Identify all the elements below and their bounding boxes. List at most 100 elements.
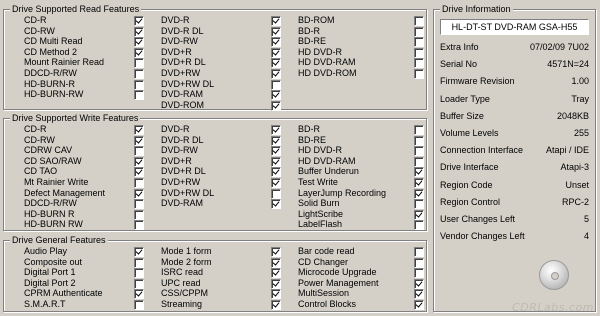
feature-checkbox[interactable] bbox=[414, 58, 424, 69]
feature-checkbox[interactable] bbox=[414, 188, 424, 199]
feature-checkbox[interactable] bbox=[134, 26, 144, 37]
feature-checkbox[interactable] bbox=[134, 167, 144, 178]
feature-checkbox[interactable] bbox=[134, 16, 144, 26]
feature-checkbox[interactable] bbox=[414, 26, 424, 37]
feature-row: BD-ROM bbox=[298, 15, 424, 26]
feature-checkbox[interactable] bbox=[414, 37, 424, 48]
feature-checkbox[interactable] bbox=[414, 209, 424, 220]
feature-label: DVD+R DL bbox=[161, 166, 206, 177]
feature-checkbox[interactable] bbox=[134, 146, 144, 157]
feature-label: Mode 2 form bbox=[161, 256, 212, 267]
feature-checkbox[interactable] bbox=[414, 257, 424, 268]
feature-row: Streaming bbox=[161, 299, 281, 310]
feature-checkbox[interactable] bbox=[271, 79, 281, 90]
feature-checkbox[interactable] bbox=[134, 135, 144, 146]
feature-row: CD-R bbox=[24, 124, 144, 135]
feature-label: CD Method 2 bbox=[24, 46, 78, 57]
info-key: Firmware Revision bbox=[440, 76, 515, 87]
feature-checkbox[interactable] bbox=[271, 167, 281, 178]
feature-row: Control Blocks bbox=[298, 299, 424, 310]
feature-checkbox[interactable] bbox=[134, 257, 144, 268]
feature-checkbox[interactable] bbox=[414, 135, 424, 146]
feature-checkbox[interactable] bbox=[271, 247, 281, 257]
feature-checkbox[interactable] bbox=[271, 16, 281, 26]
feature-checkbox[interactable] bbox=[414, 278, 424, 289]
feature-label: DVD-R DL bbox=[161, 134, 204, 145]
feature-checkbox[interactable] bbox=[271, 26, 281, 37]
info-key: User Changes Left bbox=[440, 214, 516, 224]
feature-checkbox[interactable] bbox=[414, 47, 424, 58]
feature-checkbox[interactable] bbox=[134, 156, 144, 167]
feature-checkbox[interactable] bbox=[271, 125, 281, 135]
feature-checkbox[interactable] bbox=[134, 199, 144, 210]
feature-checkbox[interactable] bbox=[271, 47, 281, 58]
feature-label: S.M.A.R.T bbox=[24, 298, 66, 309]
feature-checkbox[interactable] bbox=[271, 289, 281, 300]
feature-checkbox[interactable] bbox=[271, 199, 281, 210]
feature-checkbox[interactable] bbox=[134, 299, 144, 310]
feature-label: CD-R bbox=[24, 15, 47, 25]
feature-checkbox[interactable] bbox=[134, 289, 144, 300]
feature-label: CD-R bbox=[24, 124, 47, 134]
feature-checkbox[interactable] bbox=[134, 268, 144, 279]
feature-row: Composite out bbox=[24, 257, 144, 268]
feature-checkbox[interactable] bbox=[414, 167, 424, 178]
feature-checkbox[interactable] bbox=[271, 146, 281, 157]
feature-label: Buffer Underun bbox=[298, 166, 359, 177]
feature-checkbox[interactable] bbox=[134, 125, 144, 135]
feature-row: Test Write bbox=[298, 177, 424, 188]
feature-checkbox[interactable] bbox=[271, 100, 281, 111]
feature-label: Digital Port 1 bbox=[24, 267, 76, 278]
feature-checkbox[interactable] bbox=[134, 247, 144, 257]
feature-label: Bar code read bbox=[298, 246, 355, 256]
feature-checkbox[interactable] bbox=[271, 37, 281, 48]
feature-checkbox[interactable] bbox=[414, 156, 424, 167]
feature-row: DVD-RAM bbox=[161, 198, 281, 210]
feature-checkbox[interactable] bbox=[134, 79, 144, 90]
feature-label: DVD+RW bbox=[161, 176, 201, 187]
info-key: Serial No bbox=[440, 59, 478, 70]
feature-label: Mt Rainier Write bbox=[24, 176, 89, 187]
feature-checkbox[interactable] bbox=[271, 257, 281, 268]
feature-checkbox[interactable] bbox=[134, 209, 144, 220]
feature-checkbox[interactable] bbox=[414, 299, 424, 310]
feature-checkbox[interactable] bbox=[271, 156, 281, 167]
feature-checkbox[interactable] bbox=[134, 37, 144, 48]
feature-checkbox[interactable] bbox=[414, 177, 424, 188]
feature-checkbox[interactable] bbox=[414, 16, 424, 26]
feature-checkbox[interactable] bbox=[414, 247, 424, 257]
feature-checkbox[interactable] bbox=[271, 135, 281, 146]
feature-checkbox[interactable] bbox=[414, 146, 424, 157]
feature-checkbox[interactable] bbox=[414, 289, 424, 300]
feature-checkbox[interactable] bbox=[134, 177, 144, 188]
feature-label: Streaming bbox=[161, 298, 203, 309]
feature-checkbox[interactable] bbox=[134, 278, 144, 289]
info-value: 2048KB bbox=[556, 110, 589, 121]
feature-row: HD DVD-ROM bbox=[298, 68, 424, 79]
feature-checkbox[interactable] bbox=[271, 58, 281, 69]
feature-checkbox[interactable] bbox=[134, 220, 144, 231]
feature-checkbox[interactable] bbox=[414, 220, 424, 231]
feature-checkbox[interactable] bbox=[134, 47, 144, 58]
feature-checkbox[interactable] bbox=[414, 68, 424, 79]
feature-checkbox[interactable] bbox=[271, 299, 281, 310]
feature-checkbox[interactable] bbox=[134, 188, 144, 199]
feature-checkbox[interactable] bbox=[271, 68, 281, 79]
feature-row: HD DVD-RAM bbox=[298, 57, 424, 69]
feature-checkbox[interactable] bbox=[271, 188, 281, 199]
feature-checkbox[interactable] bbox=[414, 199, 424, 210]
feature-checkbox[interactable] bbox=[271, 177, 281, 188]
feature-row: DVD-R bbox=[161, 15, 281, 26]
feature-row: DVD+R DL bbox=[161, 57, 281, 69]
feature-row: BD-R bbox=[298, 26, 424, 37]
feature-checkbox[interactable] bbox=[134, 90, 144, 101]
feature-checkbox[interactable] bbox=[271, 278, 281, 289]
feature-checkbox[interactable] bbox=[414, 125, 424, 135]
feature-checkbox[interactable] bbox=[271, 268, 281, 279]
feature-checkbox[interactable] bbox=[271, 90, 281, 101]
feature-row: Mount Rainier Read bbox=[24, 57, 144, 69]
feature-checkbox[interactable] bbox=[134, 68, 144, 79]
feature-label: DVD-R bbox=[161, 15, 190, 25]
feature-checkbox[interactable] bbox=[134, 58, 144, 69]
feature-checkbox[interactable] bbox=[414, 268, 424, 279]
